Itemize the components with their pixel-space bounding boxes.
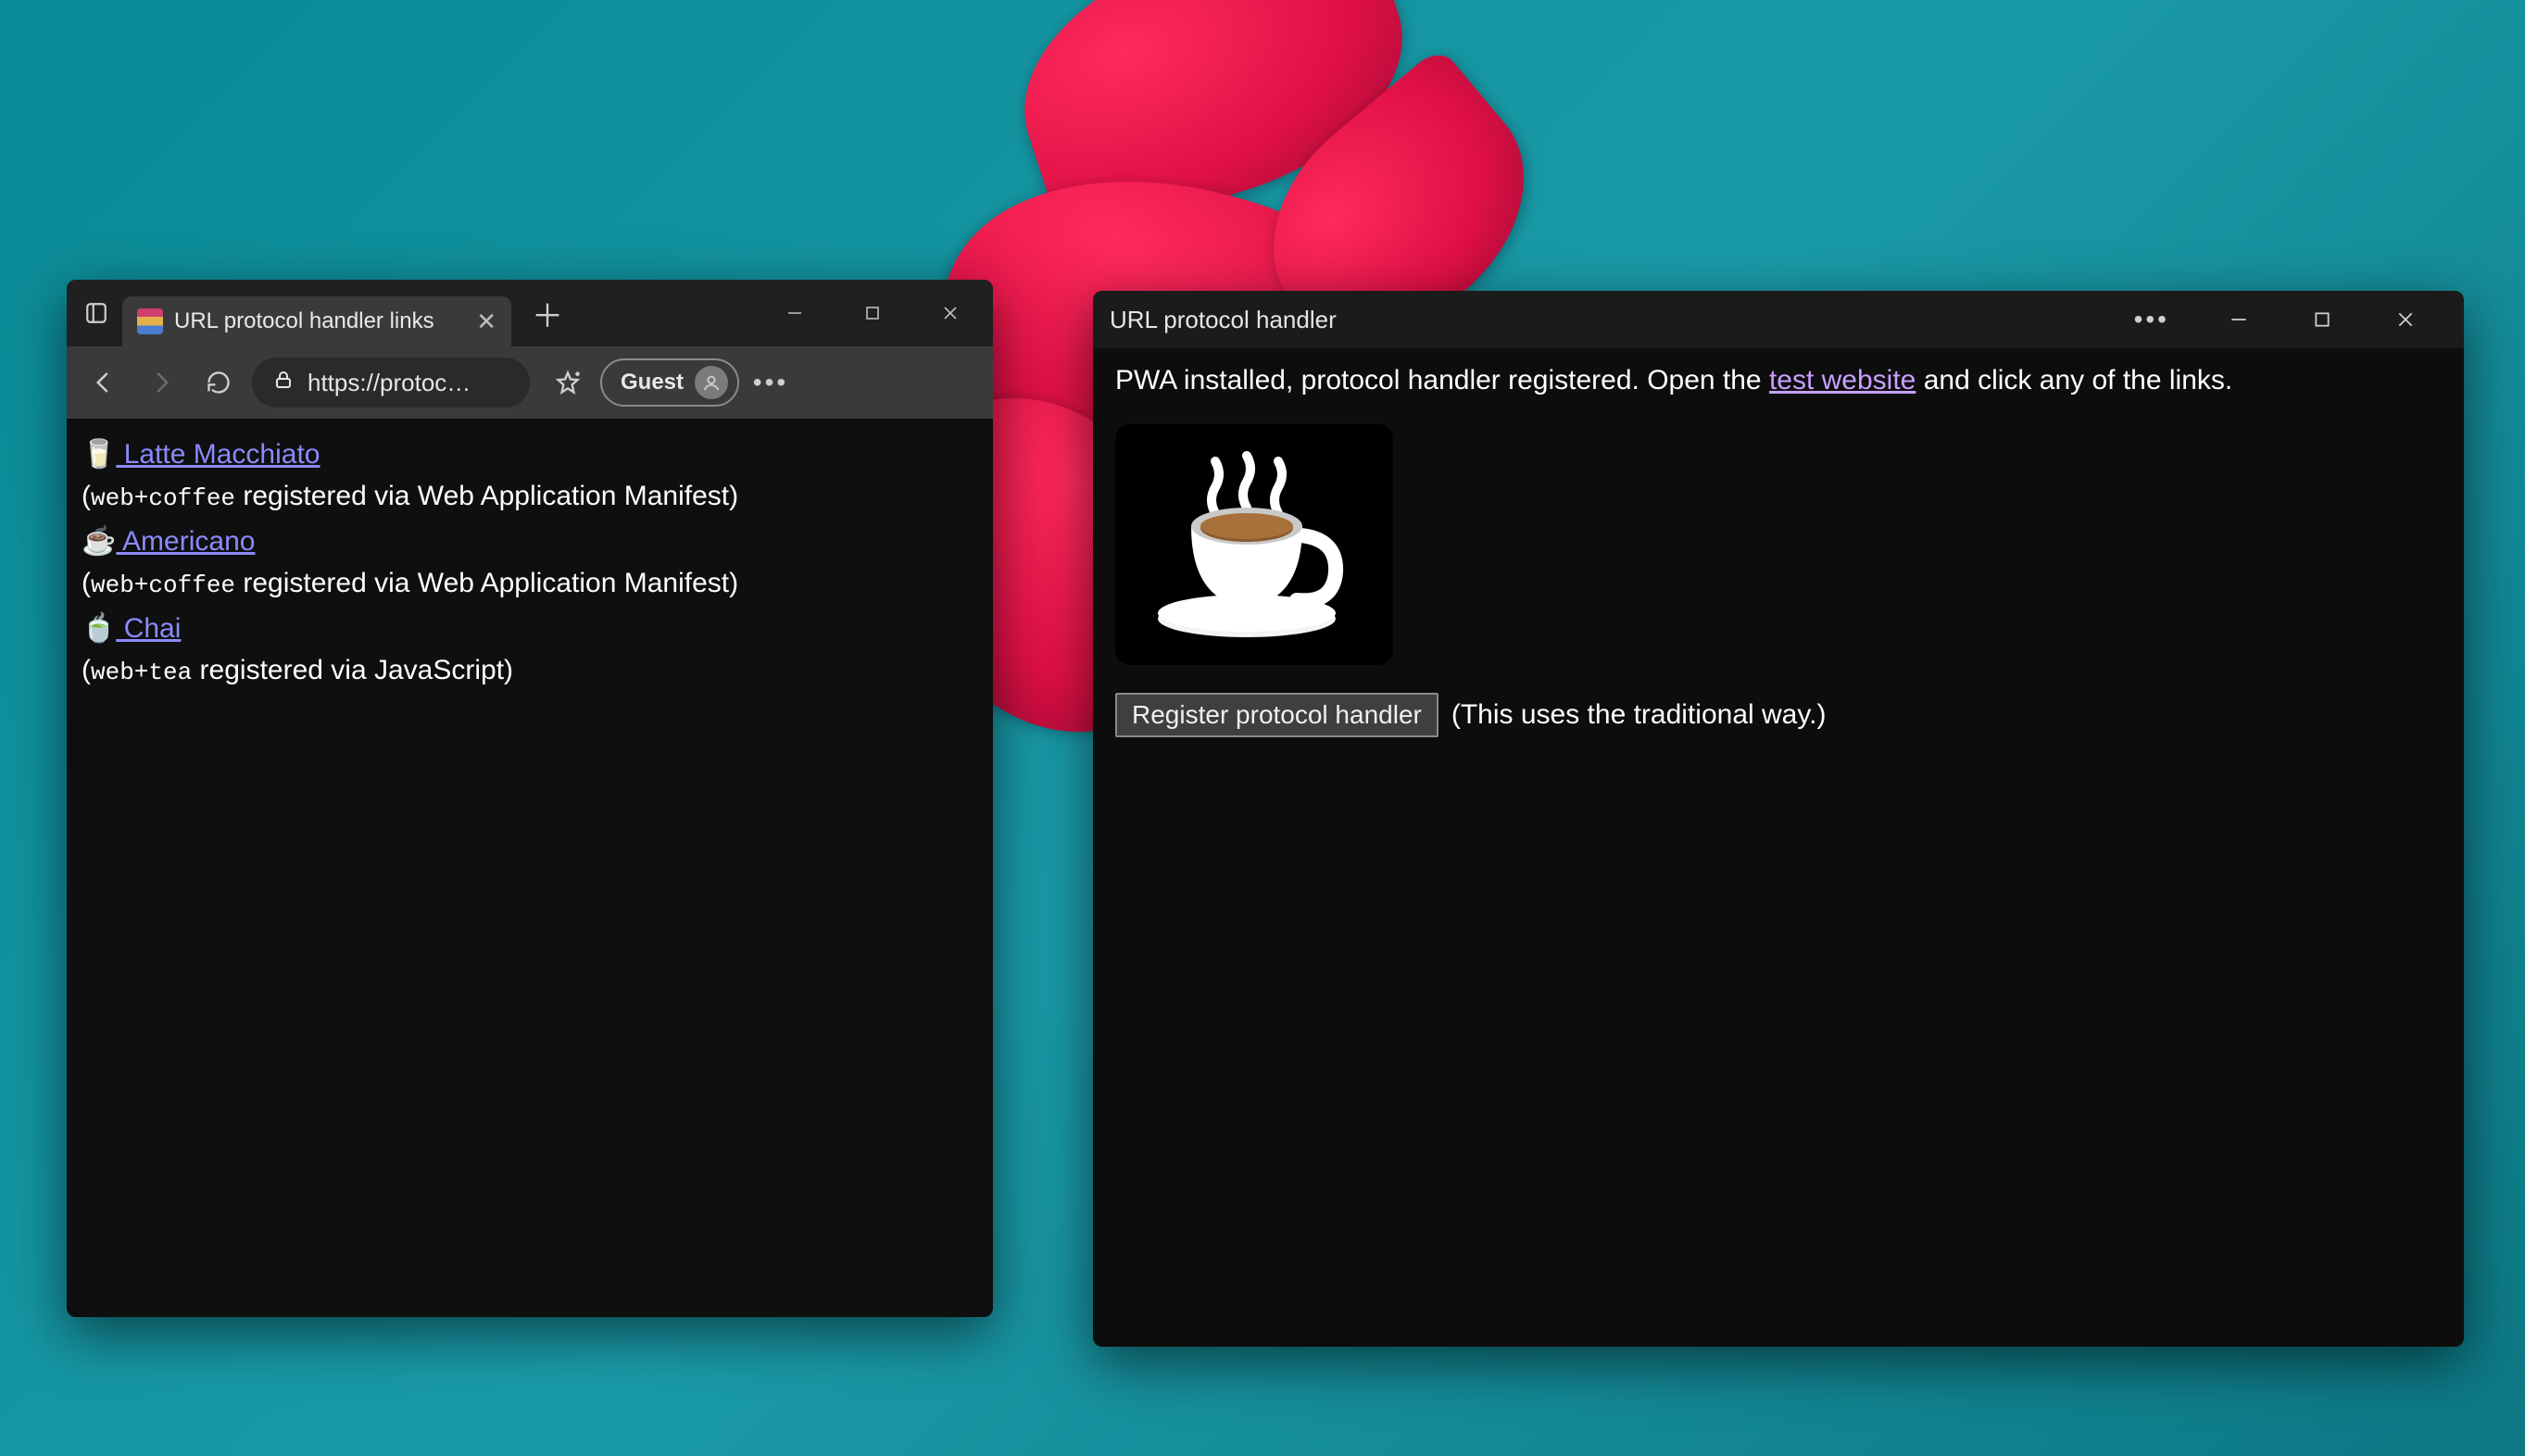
window-controls bbox=[2197, 293, 2447, 346]
tab-actions-icon[interactable] bbox=[70, 280, 122, 346]
link-test-website[interactable]: test website bbox=[1769, 365, 1916, 395]
register-row: Register protocol handler (This uses the… bbox=[1115, 693, 2442, 737]
close-button[interactable] bbox=[911, 286, 989, 340]
list-item-note: (web+coffee registered via Web Applicati… bbox=[82, 562, 978, 604]
link-americano[interactable]: Americano bbox=[116, 526, 255, 557]
link-chai[interactable]: Chai bbox=[116, 613, 181, 644]
intro-text: PWA installed, protocol handler register… bbox=[1115, 365, 2442, 396]
browser-titlebar: URL protocol handler links ✕ ＋ bbox=[67, 280, 993, 346]
window-controls bbox=[756, 286, 989, 340]
pwa-menu-button[interactable]: ••• bbox=[2134, 305, 2169, 334]
minimize-button[interactable] bbox=[756, 286, 834, 340]
pwa-title: URL protocol handler bbox=[1110, 306, 1337, 334]
list-item: 🍵 Chai bbox=[82, 608, 978, 649]
browser-tab[interactable]: URL protocol handler links ✕ bbox=[122, 296, 511, 346]
coffee-image bbox=[1115, 424, 1393, 665]
address-bar[interactable]: https://protoc… bbox=[252, 358, 530, 408]
tab-title: URL protocol handler links bbox=[174, 308, 434, 334]
more-menu-button[interactable]: ••• bbox=[748, 360, 793, 405]
list-item-note: (web+tea registered via JavaScript) bbox=[82, 649, 978, 691]
browser-toolbar: https://protoc… Guest ••• bbox=[67, 346, 993, 419]
page-content-left: 🥛 Latte Macchiato (web+coffee registered… bbox=[67, 419, 993, 1317]
register-note: (This uses the traditional way.) bbox=[1451, 699, 1827, 731]
maximize-button[interactable] bbox=[2280, 293, 2364, 346]
forward-button[interactable] bbox=[137, 358, 185, 407]
list-item: 🥛 Latte Macchiato bbox=[82, 433, 978, 475]
back-button[interactable] bbox=[80, 358, 128, 407]
drink-icon: 🥛 bbox=[82, 439, 116, 470]
refresh-button[interactable] bbox=[195, 358, 243, 407]
minimize-button[interactable] bbox=[2197, 293, 2280, 346]
maximize-button[interactable] bbox=[834, 286, 911, 340]
register-button[interactable]: Register protocol handler bbox=[1115, 693, 1438, 737]
profile-button[interactable]: Guest bbox=[600, 358, 739, 407]
page-content-right: PWA installed, protocol handler register… bbox=[1093, 348, 2464, 1347]
profile-label: Guest bbox=[621, 370, 684, 395]
drink-icon: ☕ bbox=[82, 526, 116, 557]
lock-icon bbox=[272, 369, 295, 397]
new-tab-button[interactable]: ＋ bbox=[511, 291, 584, 336]
pwa-window: URL protocol handler ••• PWA installed, … bbox=[1093, 291, 2464, 1347]
list-item: ☕ Americano bbox=[82, 521, 978, 562]
tab-close-icon[interactable]: ✕ bbox=[476, 308, 496, 336]
favorites-button[interactable] bbox=[545, 359, 591, 406]
coffee-cup-icon bbox=[1143, 443, 1365, 646]
close-button[interactable] bbox=[2364, 293, 2447, 346]
pwa-titlebar: URL protocol handler ••• bbox=[1093, 291, 2464, 348]
tab-favicon bbox=[137, 308, 163, 334]
url-text: https://protoc… bbox=[308, 369, 471, 397]
link-latte[interactable]: Latte Macchiato bbox=[116, 439, 320, 470]
drink-icon: 🍵 bbox=[82, 613, 116, 644]
avatar-icon bbox=[695, 366, 728, 399]
browser-window: URL protocol handler links ✕ ＋ https://p… bbox=[67, 280, 993, 1317]
list-item-note: (web+coffee registered via Web Applicati… bbox=[82, 475, 978, 517]
